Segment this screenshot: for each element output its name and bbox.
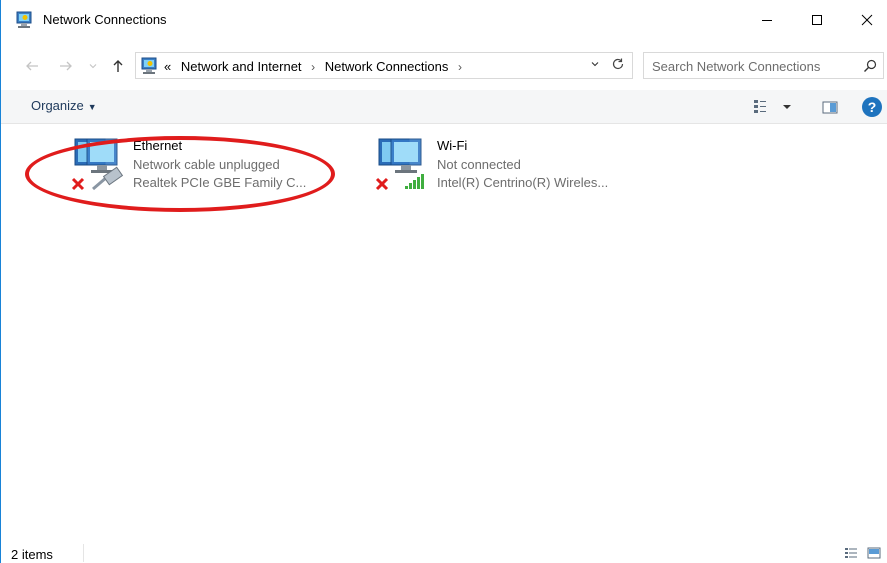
minimize-button[interactable] [744,0,790,40]
explorer-window: Network Connections « Network and Intern… [0,0,887,563]
forward-arrow-icon [60,61,72,71]
title-bar[interactable]: Network Connections [1,0,887,40]
address-bar[interactable]: « Network and Internet › Network Connect… [135,52,633,79]
chevron-down-icon [591,62,599,67]
large-icons-view-icon[interactable] [867,546,881,560]
signal-bars-icon [405,174,424,189]
address-history-button[interactable] [589,58,605,74]
search-icon[interactable] [862,58,878,74]
network-connections-icon [16,11,32,28]
connections-list: Ethernet Network cable unplugged Realtek… [1,125,887,540]
close-button[interactable] [844,0,887,40]
preview-pane-icon [822,101,838,114]
breadcrumb: « Network and Internet › Network Connect… [164,59,468,74]
organize-label: Organize [31,98,84,113]
navigation-bar: « Network and Internet › Network Connect… [1,40,887,90]
forward-button[interactable] [57,57,75,75]
disconnected-x-icon [71,177,85,191]
breadcrumb-overflow[interactable]: « [164,59,171,74]
disconnected-x-icon [375,177,389,191]
change-view-icon [754,100,791,113]
window-title: Network Connections [43,12,167,27]
connection-name: Wi-Fi [437,138,468,153]
organize-menu-button[interactable]: Organize ▼ [31,98,97,113]
status-bar: 2 items [1,540,887,563]
search-input[interactable] [652,57,852,75]
connection-item-wifi[interactable]: Wi-Fi Not connected Intel(R) Centrino(R)… [375,137,635,197]
help-button[interactable]: ? [862,97,882,117]
refresh-button[interactable] [610,56,628,74]
connection-name: Ethernet [133,138,183,153]
search-box[interactable] [643,52,884,79]
change-view-button[interactable] [753,98,793,116]
breadcrumb-network-connections[interactable]: Network Connections [325,59,449,74]
back-arrow-icon [26,61,38,71]
breadcrumb-network-and-internet[interactable]: Network and Internet [181,59,302,74]
maximize-icon [812,15,822,25]
caret-down-icon: ▼ [87,102,97,112]
minimize-icon [762,20,772,21]
breadcrumb-separator[interactable]: › [458,60,462,74]
wifi-adapter-icon [375,138,424,191]
preview-pane-button[interactable] [821,98,839,116]
connection-device: Realtek PCIe GBE Family C... [133,175,307,190]
connection-device: Intel(R) Centrino(R) Wireles... [437,175,609,190]
status-divider [83,544,84,562]
connection-status: Not connected [437,157,521,172]
connection-status: Network cable unplugged [133,157,280,172]
up-button[interactable] [109,57,127,75]
network-connections-icon [141,57,157,74]
maximize-button[interactable] [794,0,840,40]
ethernet-adapter-icon [71,138,124,191]
close-icon [861,14,873,26]
chevron-down-icon [89,64,97,69]
command-bar: Organize ▼ ? [1,90,887,124]
connection-item-ethernet[interactable]: Ethernet Network cable unplugged Realtek… [71,137,321,197]
breadcrumb-separator[interactable]: › [311,60,315,74]
recent-locations-button[interactable] [87,57,99,75]
refresh-icon [612,58,624,70]
item-count: 2 items [11,547,53,562]
details-view-icon[interactable] [844,546,858,560]
back-button[interactable] [23,57,41,75]
up-arrow-icon [113,60,123,72]
